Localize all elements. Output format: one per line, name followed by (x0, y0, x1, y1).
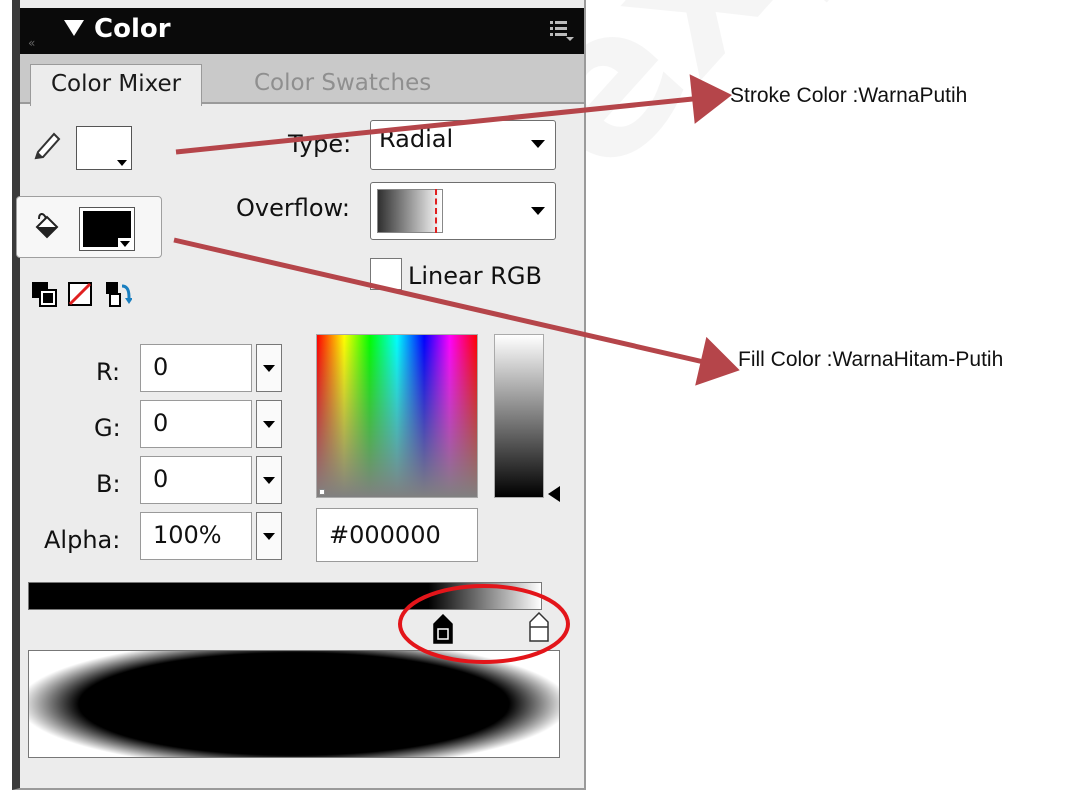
type-value: Radial (379, 125, 454, 153)
chevron-down-icon (263, 533, 275, 540)
chevron-down-icon (531, 207, 545, 215)
gradient-stop-white[interactable] (528, 612, 550, 642)
fill-color-group (16, 196, 162, 258)
chevron-down-icon (263, 365, 275, 372)
panel-grip[interactable]: « (28, 36, 37, 50)
collapse-arrow-icon[interactable] (64, 20, 84, 36)
g-label: G: (94, 414, 121, 442)
alpha-label: Alpha: (44, 526, 121, 554)
g-input[interactable]: 0 (140, 400, 252, 448)
gradient-definition-bar[interactable] (28, 582, 542, 610)
g-value: 0 (153, 409, 169, 437)
tab-color-swatches[interactable]: Color Swatches (234, 64, 451, 104)
linear-rgb-checkbox[interactable] (370, 258, 402, 290)
alpha-input[interactable]: 100% (140, 512, 252, 560)
pencil-icon (34, 132, 61, 160)
alpha-stepper[interactable] (256, 512, 282, 560)
panel-title-bar[interactable]: « Color (20, 8, 584, 54)
b-label: B: (96, 470, 121, 498)
brightness-slider-handle[interactable] (548, 486, 560, 502)
r-input[interactable]: 0 (140, 344, 252, 392)
type-label: Type: (288, 130, 352, 158)
panel-options-icon[interactable] (550, 20, 574, 42)
b-stepper[interactable] (256, 456, 282, 504)
overflow-boundary-marker (435, 189, 437, 233)
gradient-stop-black[interactable] (432, 614, 454, 644)
spectrum-marker[interactable] (319, 489, 325, 495)
tab-strip: Color Mixer Color Swatches (20, 54, 584, 106)
b-input[interactable]: 0 (140, 456, 252, 504)
chevron-down-icon (263, 421, 275, 428)
chevron-down-icon (531, 140, 545, 148)
swap-colors-icon[interactable] (104, 280, 132, 308)
panel-title: Color (94, 14, 171, 44)
alpha-value: 100% (153, 521, 222, 549)
gradient-preview (28, 650, 560, 758)
chevron-down-icon (120, 241, 130, 247)
b-value: 0 (153, 465, 169, 493)
type-dropdown[interactable]: Radial (370, 120, 556, 170)
chevron-down-icon (117, 160, 127, 166)
tab-color-mixer[interactable]: Color Mixer (30, 64, 203, 106)
color-spectrum-picker[interactable] (316, 334, 478, 498)
overflow-preview (377, 189, 443, 233)
r-value: 0 (153, 353, 169, 381)
hex-input[interactable]: #000000 (316, 508, 478, 562)
paint-bucket-icon (35, 213, 59, 239)
g-stepper[interactable] (256, 400, 282, 448)
overflow-dropdown[interactable] (370, 182, 556, 240)
stroke-annotation: Stroke Color :WarnaPutih (730, 84, 968, 107)
overflow-label: Overflow: (236, 194, 350, 222)
no-color-icon[interactable] (66, 280, 94, 308)
linear-rgb-label: Linear RGB (408, 262, 542, 290)
fill-annotation: Fill Color :WarnaHitam-Putih (738, 348, 1004, 371)
fill-color-swatch[interactable] (79, 207, 135, 251)
chevron-down-icon (263, 477, 275, 484)
black-white-default-icon[interactable] (30, 280, 58, 308)
brightness-slider[interactable] (494, 334, 544, 498)
r-stepper[interactable] (256, 344, 282, 392)
r-label: R: (96, 358, 121, 386)
stroke-color-swatch[interactable] (76, 126, 132, 170)
hex-value: #000000 (329, 521, 441, 549)
